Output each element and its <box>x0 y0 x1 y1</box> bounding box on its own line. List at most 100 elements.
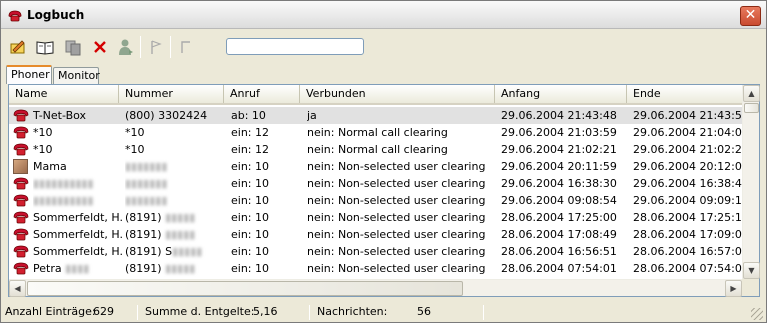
cell-connected: nein: Non-selected user clearing <box>307 211 486 224</box>
cell-name: ▮▮▮▮▮▮▮▮▮▮ <box>33 175 123 192</box>
redacted-number: ▮▮▮▮▮ <box>172 245 203 258</box>
delete-x-icon <box>94 41 106 53</box>
window-title: Logbuch <box>27 8 85 22</box>
tab-phoner[interactable]: Phoner <box>6 65 52 84</box>
column-header-number[interactable]: Nummer <box>119 85 224 103</box>
cell-end: 29.06.2004 21:43:54 <box>633 109 742 122</box>
cell-number: (8191) ▮▮▮▮▮ <box>125 260 223 277</box>
copy-button[interactable] <box>62 36 84 58</box>
cell-connected: ja <box>307 109 317 122</box>
phone-icon <box>13 194 29 207</box>
scroll-up-button[interactable]: ▲ <box>743 85 760 102</box>
cell-start: 29.06.2004 09:08:54 <box>501 194 617 207</box>
cell-end: 29.06.2004 21:04:01 <box>633 126 742 139</box>
scroll-down-button[interactable]: ▼ <box>743 262 760 279</box>
table-row[interactable]: T-Net-Box (800) 3302424 ab: 10 ja 29.06.… <box>9 107 742 124</box>
phone-icon <box>13 228 29 241</box>
tab-strip: Phoner Monitor <box>6 65 126 85</box>
cell-start: 29.06.2004 20:11:59 <box>501 160 617 173</box>
redacted-name: ▮▮▮▮ <box>65 262 90 275</box>
flag-button[interactable] <box>145 36 167 58</box>
cell-end: 29.06.2004 16:38:41 <box>633 177 742 190</box>
cell-connected: nein: Non-selected user clearing <box>307 194 486 207</box>
column-header-start[interactable]: Anfang <box>495 85 627 103</box>
table-row[interactable]: ▮▮▮▮▮▮▮▮▮▮ ▮▮▮▮▮▮▮ ein: 10 nein: Non-sel… <box>9 175 742 192</box>
entries-value: 629 <box>93 305 114 318</box>
status-separator <box>483 305 484 320</box>
cell-start: 29.06.2004 21:02:21 <box>501 143 617 156</box>
cell-end: 29.06.2004 21:02:21 <box>633 143 742 156</box>
cell-number: *10 <box>125 143 145 156</box>
person-button[interactable] <box>114 36 136 58</box>
redacted-name: ▮▮▮▮▮▮▮▮▮▮ <box>33 194 94 207</box>
pencil-book-icon <box>10 40 25 54</box>
cell-number: (8191) ▮▮▮▮▮ <box>125 226 223 243</box>
cell-call: ein: 10 <box>231 194 269 207</box>
number-prefix: (8191) <box>125 262 162 275</box>
vertical-scroll-thumb[interactable] <box>744 103 759 113</box>
column-header-call[interactable]: Anruf <box>224 85 300 103</box>
phone-icon <box>13 109 29 122</box>
cell-start: 28.06.2004 17:25:00 <box>501 211 617 224</box>
delete-button[interactable] <box>89 36 111 58</box>
redacted-number: ▮▮▮▮▮▮▮ <box>125 160 168 173</box>
cell-call: ein: 10 <box>231 177 269 190</box>
cell-call: ein: 10 <box>231 211 269 224</box>
column-header-end[interactable]: Ende <box>627 85 742 103</box>
search-input[interactable] <box>226 38 364 55</box>
cell-end: 28.06.2004 07:54:05 <box>633 262 742 275</box>
vertical-scrollbar[interactable]: ▲ ▼ <box>742 85 760 279</box>
cell-number: ▮▮▮▮▮▮▮ <box>125 192 223 209</box>
table-row[interactable]: *10 *10 ein: 12 nein: Normal call cleari… <box>9 124 742 141</box>
cell-end: 28.06.2004 17:25:19 <box>633 211 742 224</box>
cell-call: ab: 10 <box>231 109 266 122</box>
resize-grip[interactable] <box>751 308 763 320</box>
contact-photo <box>13 159 28 174</box>
cell-name: *10 <box>33 143 53 156</box>
copy-icon <box>65 40 81 56</box>
redacted-number: ▮▮▮▮▮ <box>165 262 196 275</box>
cell-call: ein: 12 <box>231 143 269 156</box>
column-header-name[interactable]: Name <box>9 85 119 103</box>
column-header-connected[interactable]: Verbunden <box>300 85 495 103</box>
table-row[interactable]: ▮▮▮▮▮▮▮▮▮▮ ▮▮▮▮▮▮▮ ein: 10 nein: Non-sel… <box>9 192 742 209</box>
phonebook-button[interactable] <box>34 36 56 58</box>
table-row[interactable]: Petra ▮▮▮▮ (8191) ▮▮▮▮▮ ein: 10 nein: No… <box>9 260 742 277</box>
phone-icon <box>13 126 29 139</box>
phone-icon <box>13 245 29 258</box>
cell-call: ein: 10 <box>231 160 269 173</box>
cell-start: 28.06.2004 07:54:01 <box>501 262 617 275</box>
filter-button[interactable] <box>175 36 197 58</box>
cell-call: ein: 10 <box>231 228 269 241</box>
table-row[interactable]: Sommerfeldt, H... (8191) ▮▮▮▮▮ ein: 10 n… <box>9 209 742 226</box>
cell-end: 28.06.2004 16:57:08 <box>633 245 742 258</box>
table-row[interactable]: Sommerfeldt, H... (8191) S▮▮▮▮▮ ein: 10 … <box>9 243 742 260</box>
open-book-icon <box>36 41 54 55</box>
table-row[interactable]: *10 *10 ein: 12 nein: Normal call cleari… <box>9 141 742 158</box>
title-bar[interactable]: Logbuch ✕ <box>1 1 766 29</box>
phone-icon <box>13 177 29 190</box>
table-row[interactable]: Sommerfeldt, H... (8191) ▮▮▮▮▮ ein: 10 n… <box>9 226 742 243</box>
horizontal-scroll-thumb[interactable] <box>27 281 463 296</box>
table-row[interactable]: Mama ▮▮▮▮▮▮▮ ein: 10 nein: Non-selected … <box>9 158 742 175</box>
close-button[interactable]: ✕ <box>740 6 761 26</box>
redacted-number: ▮▮▮▮▮▮▮ <box>125 177 168 190</box>
edit-entry-button[interactable] <box>7 36 29 58</box>
tab-monitor[interactable]: Monitor <box>53 67 100 84</box>
redacted-name: ▮▮▮▮▮▮▮▮▮▮ <box>33 177 94 190</box>
messages-value: 56 <box>417 305 431 318</box>
scrollbar-corner <box>742 279 759 296</box>
cell-connected: nein: Non-selected user clearing <box>307 245 486 258</box>
cell-number: (8191) ▮▮▮▮▮ <box>125 209 223 226</box>
cell-connected: nein: Non-selected user clearing <box>307 228 486 241</box>
call-log-list[interactable]: Name Nummer Anruf Verbunden Anfang Ende … <box>8 84 760 297</box>
person-icon <box>119 39 133 55</box>
scroll-left-button[interactable]: ◀ <box>9 280 26 297</box>
cell-call: ein: 12 <box>231 126 269 139</box>
flag-icon <box>151 40 162 54</box>
cell-connected: nein: Non-selected user clearing <box>307 177 486 190</box>
horizontal-scrollbar[interactable]: ◀ ▶ <box>9 279 742 297</box>
scroll-right-button[interactable]: ▶ <box>725 280 742 297</box>
cell-end: 29.06.2004 20:12:02 <box>633 160 742 173</box>
toolbar-separator <box>170 36 171 58</box>
